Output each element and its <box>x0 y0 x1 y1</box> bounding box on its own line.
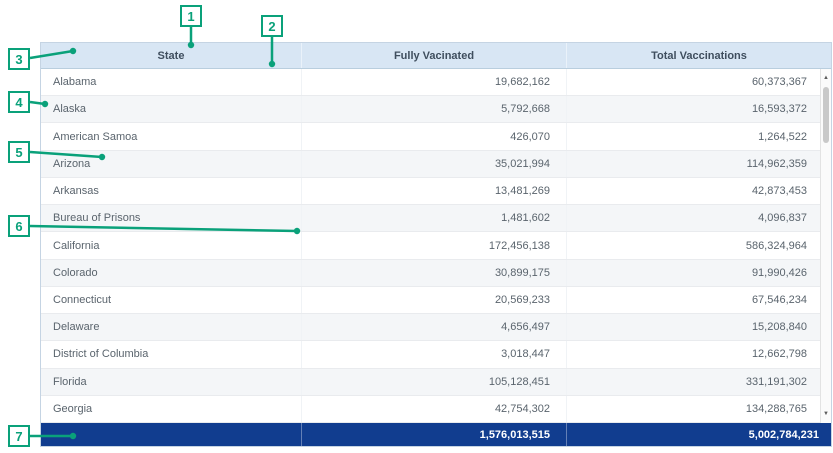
cell-fully-vaccinated: 3,018,447 <box>301 341 566 367</box>
table-row[interactable]: Arkansas 13,481,269 42,873,453 <box>41 178 831 205</box>
cell-state: American Samoa <box>41 123 301 149</box>
cell-total-vaccinations: 42,873,453 <box>566 178 831 204</box>
table-row[interactable]: Alaska 5,792,668 16,593,372 <box>41 96 831 123</box>
cell-state: California <box>41 232 301 258</box>
table-row[interactable]: Georgia 42,754,302 134,288,765 <box>41 396 831 423</box>
cell-fully-vaccinated: 19,682,162 <box>301 69 566 95</box>
cell-state: Alabama <box>41 69 301 95</box>
cell-fully-vaccinated: 4,656,497 <box>301 314 566 340</box>
cell-state: Bureau of Prisons <box>41 205 301 231</box>
table-row[interactable]: Bureau of Prisons 1,481,602 4,096,837 <box>41 205 831 232</box>
cell-state: Connecticut <box>41 287 301 313</box>
scroll-up-icon: ▲ <box>823 75 829 81</box>
annotation-marker-3: 3 <box>8 48 30 70</box>
cell-fully-vaccinated: 35,021,994 <box>301 151 566 177</box>
table-row[interactable]: Arizona 35,021,994 114,962,359 <box>41 151 831 178</box>
scroll-up-button[interactable]: ▲ <box>821 71 831 85</box>
column-header-fully-vaccinated[interactable]: Fully Vacinated <box>301 43 566 68</box>
totals-fully-vaccinated: 1,576,013,515 <box>301 423 566 446</box>
table-row[interactable]: Alabama 19,682,162 60,373,367 <box>41 69 831 96</box>
cell-state: Colorado <box>41 260 301 286</box>
table-body: Alabama 19,682,162 60,373,367 Alaska 5,7… <box>41 69 831 423</box>
totals-row: 1,576,013,515 5,002,784,231 <box>41 423 831 446</box>
cell-total-vaccinations: 15,208,840 <box>566 314 831 340</box>
cell-total-vaccinations: 4,096,837 <box>566 205 831 231</box>
cell-total-vaccinations: 12,662,798 <box>566 341 831 367</box>
table-row[interactable]: California 172,456,138 586,324,964 <box>41 232 831 259</box>
table-row[interactable]: Colorado 30,899,175 91,990,426 <box>41 260 831 287</box>
column-header-total-vaccinations[interactable]: Total Vaccinations <box>566 43 831 68</box>
data-table: State Fully Vacinated Total Vaccinations… <box>40 42 832 447</box>
cell-state: Arkansas <box>41 178 301 204</box>
cell-state: Florida <box>41 369 301 395</box>
cell-fully-vaccinated: 20,569,233 <box>301 287 566 313</box>
cell-total-vaccinations: 134,288,765 <box>566 396 831 422</box>
table-row[interactable]: Connecticut 20,569,233 67,546,234 <box>41 287 831 314</box>
table-row[interactable]: Delaware 4,656,497 15,208,840 <box>41 314 831 341</box>
annotation-marker-7: 7 <box>8 425 30 447</box>
cell-state: Delaware <box>41 314 301 340</box>
table-header-row: State Fully Vacinated Total Vaccinations <box>41 43 831 69</box>
column-header-state[interactable]: State <box>41 43 301 68</box>
cell-total-vaccinations: 331,191,302 <box>566 369 831 395</box>
cell-total-vaccinations: 16,593,372 <box>566 96 831 122</box>
cell-total-vaccinations: 67,546,234 <box>566 287 831 313</box>
cell-state: Alaska <box>41 96 301 122</box>
cell-fully-vaccinated: 426,070 <box>301 123 566 149</box>
cell-state: Georgia <box>41 396 301 422</box>
cell-total-vaccinations: 1,264,522 <box>566 123 831 149</box>
cell-state: District of Columbia <box>41 341 301 367</box>
cell-total-vaccinations: 586,324,964 <box>566 232 831 258</box>
cell-fully-vaccinated: 172,456,138 <box>301 232 566 258</box>
cell-fully-vaccinated: 105,128,451 <box>301 369 566 395</box>
scrollbar-thumb[interactable] <box>823 87 829 143</box>
annotation-marker-1: 1 <box>180 5 202 27</box>
table-row[interactable]: American Samoa 426,070 1,264,522 <box>41 123 831 150</box>
totals-state-cell <box>41 423 301 446</box>
table-row[interactable]: District of Columbia 3,018,447 12,662,79… <box>41 341 831 368</box>
cell-fully-vaccinated: 5,792,668 <box>301 96 566 122</box>
vertical-scrollbar[interactable]: ▲ ▼ <box>820 69 831 423</box>
annotation-marker-5: 5 <box>8 141 30 163</box>
cell-total-vaccinations: 114,962,359 <box>566 151 831 177</box>
cell-fully-vaccinated: 42,754,302 <box>301 396 566 422</box>
table-row[interactable]: Florida 105,128,451 331,191,302 <box>41 369 831 396</box>
cell-fully-vaccinated: 13,481,269 <box>301 178 566 204</box>
cell-total-vaccinations: 91,990,426 <box>566 260 831 286</box>
cell-state: Arizona <box>41 151 301 177</box>
totals-total-vaccinations: 5,002,784,231 <box>566 423 831 446</box>
annotation-marker-2: 2 <box>261 15 283 37</box>
scroll-down-button[interactable]: ▼ <box>821 407 831 421</box>
annotation-marker-4: 4 <box>8 91 30 113</box>
cell-total-vaccinations: 60,373,367 <box>566 69 831 95</box>
scroll-down-icon: ▼ <box>823 411 829 417</box>
cell-fully-vaccinated: 1,481,602 <box>301 205 566 231</box>
annotation-marker-6: 6 <box>8 215 30 237</box>
cell-fully-vaccinated: 30,899,175 <box>301 260 566 286</box>
